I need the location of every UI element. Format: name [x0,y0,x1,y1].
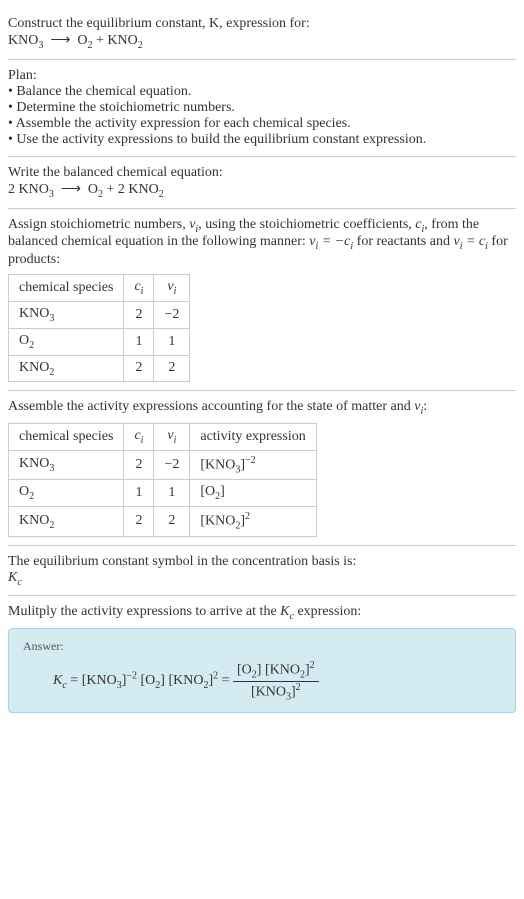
cell-activity: [KNO3]−2 [190,450,316,479]
plan-bullet-3: • Assemble the activity expression for e… [8,116,516,132]
table-row: KNO3 2 −2 [9,301,190,328]
activity-section: Assemble the activity expressions accoun… [8,391,516,545]
col-species: chemical species [9,275,124,302]
cell-ci: 2 [124,507,154,536]
col-ci: ci [124,275,154,302]
prompt-text: Construct the equilibrium constant, K, e… [8,16,310,31]
table-row: KNO3 2 −2 [KNO3]−2 [9,450,317,479]
cell-species: O2 [9,328,124,355]
prompt-section: Construct the equilibrium constant, K, e… [8,8,516,60]
cell-ci: 1 [124,328,154,355]
cell-nui: 1 [154,328,190,355]
col-nui: νi [154,275,190,302]
final-section: Mulitply the activity expressions to arr… [8,596,516,713]
answer-label: Answer: [23,639,501,654]
cell-species: KNO2 [9,355,124,382]
table-row: chemical species ci νi activity expressi… [9,424,317,451]
table-row: O2 1 1 [9,328,190,355]
plan-title: Plan: [8,68,516,84]
answer-expression: Kc = [KNO3]−2 [O2] [KNO2]2 = [O2] [KNO2]… [23,660,501,702]
cell-ci: 2 [124,301,154,328]
balanced-section: Write the balanced chemical equation: 2 … [8,157,516,209]
col-activity: activity expression [190,424,316,451]
cell-nui: 1 [154,480,190,507]
plan-bullet-1: • Balance the chemical equation. [8,84,516,100]
cell-activity: [O2] [190,480,316,507]
kc-symbol: Kc [8,570,516,588]
table-row: KNO2 2 2 [KNO2]2 [9,507,317,536]
activity-table: chemical species ci νi activity expressi… [8,423,317,537]
cell-nui: −2 [154,301,190,328]
answer-box: Answer: Kc = [KNO3]−2 [O2] [KNO2]2 = [O2… [8,628,516,713]
plan-bullet-2: • Determine the stoichiometric numbers. [8,100,516,116]
cell-species: KNO3 [9,301,124,328]
stoich-section: Assign stoichiometric numbers, νi, using… [8,209,516,392]
cell-ci: 1 [124,480,154,507]
activity-intro: Assemble the activity expressions accoun… [8,399,516,417]
symbol-section: The equilibrium constant symbol in the c… [8,546,516,597]
table-row: KNO2 2 2 [9,355,190,382]
cell-ci: 2 [124,450,154,479]
stoich-table: chemical species ci νi KNO3 2 −2 O2 1 1 … [8,274,190,382]
plan-bullet-4: • Use the activity expressions to build … [8,132,516,148]
balanced-equation: 2 KNO3 ⟶ O2 + 2 KNO2 [8,181,516,200]
col-species: chemical species [9,424,124,451]
cell-nui: −2 [154,450,190,479]
col-nui: νi [154,424,190,451]
cell-activity: [KNO2]2 [190,507,316,536]
cell-nui: 2 [154,507,190,536]
cell-nui: 2 [154,355,190,382]
cell-species: O2 [9,480,124,507]
unbalanced-equation: KNO3 ⟶ O2 + KNO2 [8,32,516,51]
stoich-intro: Assign stoichiometric numbers, νi, using… [8,217,516,269]
balanced-intro: Write the balanced chemical equation: [8,165,516,181]
symbol-intro: The equilibrium constant symbol in the c… [8,554,516,570]
cell-ci: 2 [124,355,154,382]
col-ci: ci [124,424,154,451]
table-row: chemical species ci νi [9,275,190,302]
cell-species: KNO2 [9,507,124,536]
table-row: O2 1 1 [O2] [9,480,317,507]
plan-section: Plan: • Balance the chemical equation. •… [8,60,516,157]
final-intro: Mulitply the activity expressions to arr… [8,604,516,622]
prompt-line1: Construct the equilibrium constant, K, e… [8,16,516,32]
cell-species: KNO3 [9,450,124,479]
